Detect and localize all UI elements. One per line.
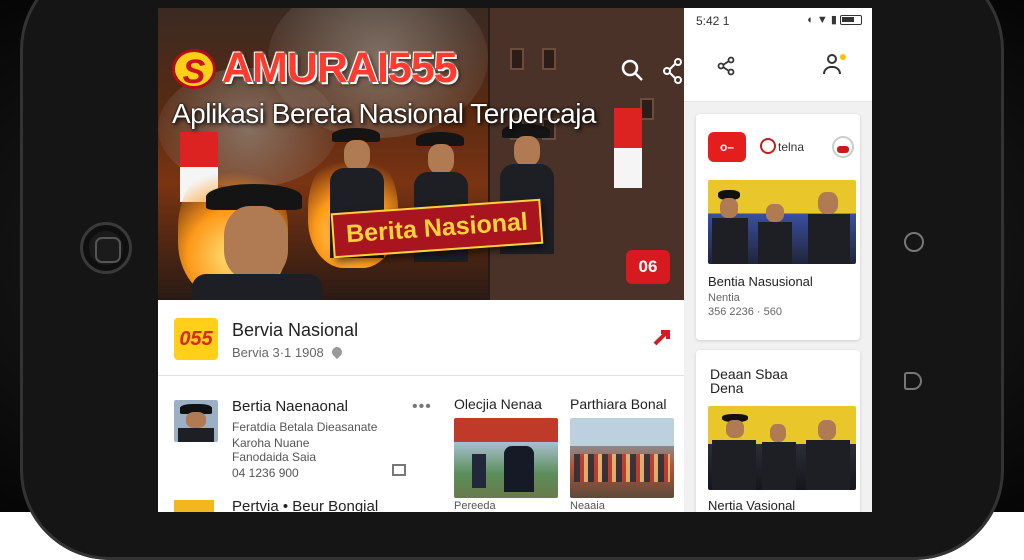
brand-mark: S xyxy=(172,48,216,91)
round-logo-icon xyxy=(832,136,854,158)
grid-news-item[interactable]: Parthiara Bonal Neaaia xyxy=(570,396,674,512)
status-time: 5:42 1 xyxy=(696,14,730,28)
bookmark-icon[interactable] xyxy=(392,464,406,476)
card-meta: 356 2236 · 560 xyxy=(708,306,783,318)
grid-caption: Neaaia xyxy=(570,500,605,512)
grid-news-title: Olecjia Nenaa xyxy=(454,396,542,412)
card-heading: Dena xyxy=(710,380,744,396)
card-subtitle: Nentia xyxy=(708,292,740,304)
grid-news-thumbnail xyxy=(570,418,674,498)
news-list: 055 Bervia Nasional Bervia 3·1 1908 Bert… xyxy=(158,300,684,512)
home-button[interactable] xyxy=(80,222,132,274)
share-icon[interactable] xyxy=(662,58,684,91)
hero-banner[interactable]: S AMURAI555 Aplikasi Bereta Nasional Ter… xyxy=(158,8,684,300)
side-back-button[interactable] xyxy=(904,372,922,390)
right-panel: 5:42 1 ◐ ▼ ▮ o– telna Bentia Nasusional … xyxy=(684,8,872,512)
news-title: Bertia Naenaonal xyxy=(232,398,348,415)
red-logo: o– xyxy=(708,132,746,162)
news-item[interactable]: Bertia Naenaonal Feratdia Betala Dieasan… xyxy=(174,398,431,482)
brand-name: AMURAI555 xyxy=(222,44,458,92)
status-bar: 5:42 1 ◐ ▼ ▮ xyxy=(684,8,872,34)
grid-caption: Pereeda xyxy=(454,500,496,512)
flag xyxy=(614,108,642,188)
card-title: Bentia Nasusional xyxy=(708,274,813,289)
news-thumbnail xyxy=(174,400,218,442)
status-icons: ◐ ▼ ▮ xyxy=(807,13,862,26)
card-image xyxy=(708,406,856,490)
card-image xyxy=(708,180,856,264)
logo-row: o– telna xyxy=(708,126,854,166)
news-card[interactable]: o– telna Bentia Nasusional Nentia 356 22… xyxy=(696,114,860,340)
app-bar xyxy=(684,34,872,102)
news-thumbnail xyxy=(174,500,214,512)
news-title: Pertvia • Beur Bongial xyxy=(232,498,379,512)
side-circle-button[interactable] xyxy=(904,232,924,252)
news-meta: 04 1236 900 xyxy=(232,466,299,480)
news-desc: Feratdia Betala Dieasanate xyxy=(232,420,378,434)
search-icon[interactable] xyxy=(620,58,644,89)
share-icon[interactable] xyxy=(652,326,674,355)
grid-news-title: Parthiara Bonal xyxy=(570,396,667,412)
notification-dot xyxy=(840,54,846,60)
telna-logo: telna xyxy=(760,138,804,154)
news-item[interactable]: Pertvia • Beur Bongial xyxy=(174,498,420,512)
news-desc: Karoha Nuane xyxy=(232,436,310,450)
share-icon[interactable] xyxy=(716,56,736,82)
section-subtitle: Bervia 3·1 1908 xyxy=(232,344,344,360)
brand-logo: S AMURAI555 xyxy=(172,44,458,93)
hero-count-badge[interactable]: 06 xyxy=(626,250,670,284)
battery-icon xyxy=(840,15,862,26)
card-title: Nertia Vasional xyxy=(708,498,796,512)
grid-news-item[interactable]: Olecjia Nenaa Pereeda xyxy=(454,396,558,512)
section-logo: 055 xyxy=(174,318,218,360)
pin-icon xyxy=(329,344,344,360)
section-header[interactable]: 055 Bervia Nasional Bervia 3·1 1908 xyxy=(158,300,684,376)
app-screen: S AMURAI555 Aplikasi Bereta Nasional Ter… xyxy=(158,8,872,512)
grid-news-thumbnail xyxy=(454,418,558,498)
more-icon[interactable]: ••• xyxy=(412,398,432,416)
news-card[interactable]: Deaan Sbaa Dena Nertia Vasional xyxy=(696,350,860,512)
section-title: Bervia Nasional xyxy=(232,320,359,340)
news-desc: Fanodaida Saia xyxy=(232,450,317,464)
hero-tagline: Aplikasi Bereta Nasional Terpercaja xyxy=(172,98,597,129)
